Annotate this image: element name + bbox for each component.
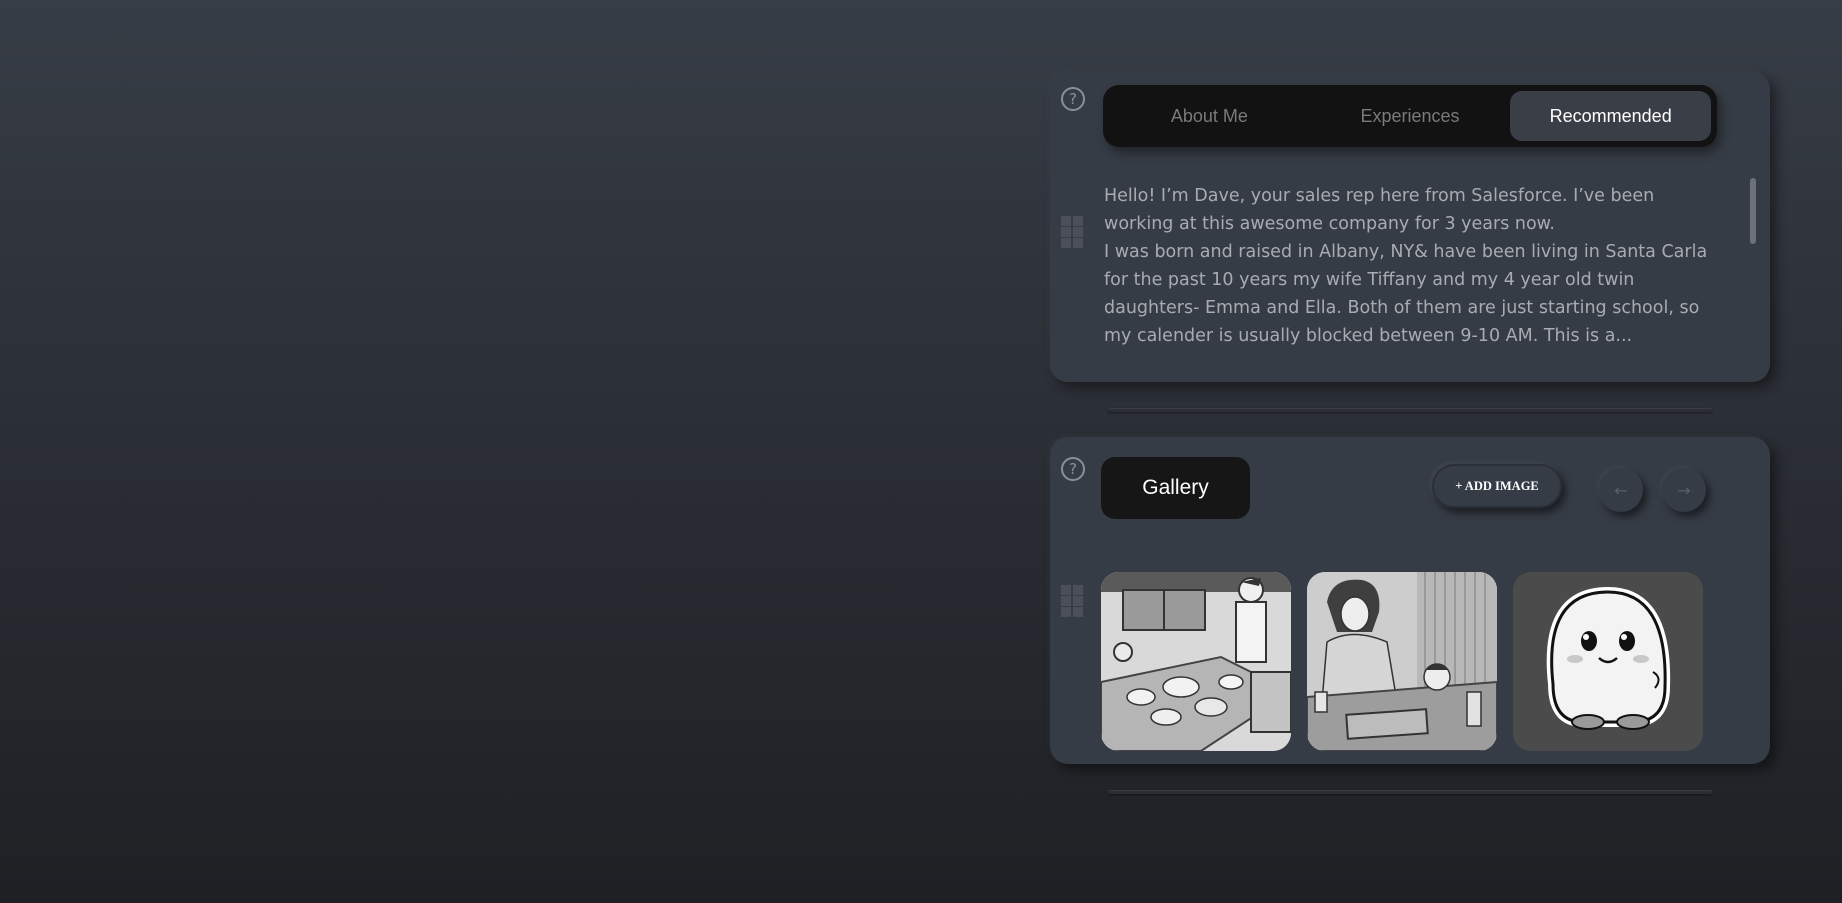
section-divider: [1108, 790, 1712, 794]
help-icon[interactable]: ?: [1061, 87, 1085, 111]
bio-text: Hello! I’m Dave, your sales rep here fro…: [1104, 182, 1716, 360]
about-card: ? About Me Experiences Recommended Hello…: [1050, 72, 1770, 382]
next-button[interactable]: →: [1662, 468, 1706, 512]
gallery-image-family-dinner[interactable]: [1101, 572, 1291, 751]
bio-scrollbar[interactable]: [1750, 178, 1756, 244]
gallery-card: ? Gallery + ADD IMAGE ← →: [1050, 437, 1770, 764]
gallery-title: Gallery: [1101, 457, 1250, 519]
bio-paragraph-1: Hello! I’m Dave, your sales rep here fro…: [1104, 186, 1655, 234]
profile-tabs: About Me Experiences Recommended: [1103, 85, 1717, 147]
tab-about-me[interactable]: About Me: [1109, 91, 1310, 141]
gallery-image-ghost-sticker[interactable]: [1513, 572, 1703, 751]
gallery-image-mother-child[interactable]: [1307, 572, 1497, 751]
help-icon[interactable]: ?: [1061, 457, 1085, 481]
drag-grid-icon[interactable]: [1061, 585, 1083, 617]
drag-grid-icon[interactable]: [1061, 216, 1083, 248]
section-divider: [1108, 408, 1712, 412]
add-image-button[interactable]: + ADD IMAGE: [1432, 464, 1562, 508]
tab-experiences[interactable]: Experiences: [1310, 91, 1511, 141]
tab-recommended[interactable]: Recommended: [1510, 91, 1712, 141]
arrow-right-icon: →: [1677, 480, 1691, 500]
previous-button[interactable]: ←: [1599, 468, 1643, 512]
arrow-left-icon: ←: [1614, 480, 1628, 500]
bio-paragraph-2: I was born and raised in Albany, NY& hav…: [1104, 242, 1708, 346]
